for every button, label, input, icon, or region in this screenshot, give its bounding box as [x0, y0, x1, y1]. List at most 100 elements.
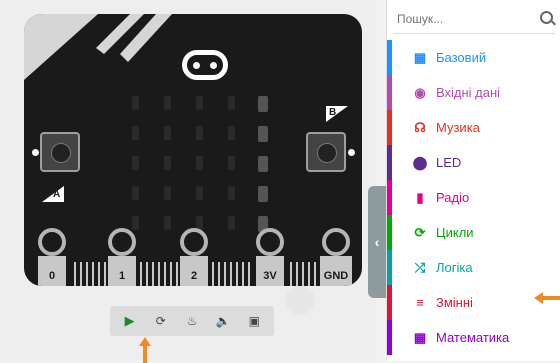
edge-strip	[176, 262, 178, 286]
led-r1c2	[196, 126, 203, 140]
led-r2c1	[164, 156, 171, 170]
pin-hole	[38, 228, 66, 256]
pin-label: 0	[48, 270, 56, 282]
button-a-label: A	[53, 189, 61, 200]
list-icon: ≡	[416, 295, 424, 310]
pin-1[interactable]: 1	[108, 228, 136, 286]
pin-gnd[interactable]: GND	[320, 228, 352, 286]
toggle-icon: ⬤	[412, 154, 428, 170]
edge-connector: 0 1 2 3V GND	[24, 228, 362, 286]
category-color-bar	[387, 215, 392, 250]
toolbox-search	[393, 6, 555, 34]
search-input[interactable]	[393, 6, 531, 32]
led-r2c3	[228, 156, 235, 170]
category-label: Цикли	[436, 225, 474, 240]
button-a-dot	[32, 149, 39, 156]
pin-hole	[108, 228, 136, 256]
edge-strip	[224, 262, 226, 286]
edge-strip	[164, 262, 166, 286]
category-2[interactable]: ☊ Музика	[387, 110, 560, 145]
button-b[interactable]	[306, 132, 346, 172]
category-label: Музика	[436, 120, 480, 135]
debug-icon[interactable]: ♨	[180, 310, 204, 332]
edge-strip	[296, 262, 298, 286]
led-r3c0	[132, 186, 139, 200]
microbit-logo	[182, 50, 228, 80]
edge-strip	[230, 262, 232, 286]
led-r0c2	[196, 96, 203, 110]
play-icon[interactable]: ▶	[118, 310, 142, 332]
arrow-to-variables	[534, 292, 560, 304]
arrow-to-play-icon	[139, 337, 151, 363]
category-label: Вхідні дані	[436, 85, 501, 100]
edge-strip	[314, 262, 316, 286]
edge-strip	[302, 262, 304, 286]
category-0[interactable]: ▦ Базовий	[387, 40, 560, 75]
edge-strip	[80, 262, 82, 286]
led-r2c0	[132, 156, 139, 170]
category-label: Логіка	[436, 260, 473, 275]
category-color-bar	[387, 285, 392, 320]
led-r3c4	[258, 186, 268, 202]
edge-strip	[146, 262, 148, 286]
category-1[interactable]: ◉ Вхідні дані	[387, 75, 560, 110]
edge-strip	[170, 262, 172, 286]
category-8[interactable]: ▦ Математика	[387, 320, 560, 355]
pin-hole	[180, 228, 208, 256]
pin-label: GND	[323, 270, 349, 282]
sound-icon[interactable]: 🔈	[211, 310, 235, 332]
category-4[interactable]: ▮ Радіо	[387, 180, 560, 215]
led-matrix	[130, 96, 280, 232]
led-r0c4	[258, 96, 268, 112]
button-a[interactable]	[40, 132, 80, 172]
button-b-dot	[348, 149, 355, 156]
led-r0c3	[228, 96, 235, 110]
pin-label: 1	[118, 270, 126, 282]
pin-2[interactable]: 2	[180, 228, 208, 286]
category-color-bar	[387, 40, 392, 75]
led-r1c0	[132, 126, 139, 140]
edge-strip	[158, 262, 160, 286]
led-r2c2	[196, 156, 203, 170]
edge-strip	[248, 262, 250, 286]
microbit-board: A B 0 1 2 3V GND	[24, 14, 362, 286]
led-r3c1	[164, 186, 171, 200]
led-r3c3	[228, 186, 235, 200]
collapse-simulator-handle[interactable]: ‹	[368, 186, 386, 298]
edge-strip	[86, 262, 88, 286]
pin-label: 2	[190, 270, 198, 282]
pin-0[interactable]: 0	[38, 228, 66, 286]
category-3[interactable]: ⬤ LED	[387, 145, 560, 180]
loop-icon: ⟳	[414, 224, 426, 240]
led-r3c2	[196, 186, 203, 200]
pin-3v[interactable]: 3V	[256, 228, 284, 286]
restart-icon[interactable]: ⟳	[149, 310, 173, 332]
led-r1c1	[164, 126, 171, 140]
pin-hole	[322, 228, 350, 256]
led-r0c0	[132, 96, 139, 110]
search-icon[interactable]	[540, 11, 553, 24]
category-label: Математика	[436, 330, 510, 345]
category-label: LED	[436, 155, 462, 170]
edge-strip	[92, 262, 94, 286]
led-r1c3	[228, 126, 235, 140]
edge-strip	[236, 262, 238, 286]
category-5[interactable]: ⟳ Цикли	[387, 215, 560, 250]
simulator-toolbar: ▶ ⟳ ♨ 🔈 ▣	[110, 306, 274, 336]
pin-hole	[256, 228, 284, 256]
category-color-bar	[387, 145, 392, 180]
button-b-label: B	[329, 107, 337, 118]
led-r1c4	[258, 126, 268, 142]
simulator-area: A B 0 1 2 3V GND ▶ ⟳ ♨ 🔈 ▣	[0, 0, 376, 363]
edge-strip	[212, 262, 214, 286]
category-color-bar	[387, 75, 392, 110]
fullscreen-icon[interactable]: ▣	[242, 310, 266, 332]
edge-strip	[98, 262, 100, 286]
toolbox: ▦ Базовий ◉ Вхідні дані ☊ Музика ⬤ LED ▮ Радіо ⟳ Ци…	[386, 0, 560, 361]
category-6[interactable]: ⤮ Логіка	[387, 250, 560, 285]
category-color-bar	[387, 110, 392, 145]
category-label: Змінні	[436, 295, 473, 310]
edge-strip	[74, 262, 76, 286]
category-color-bar	[387, 250, 392, 285]
led-r0c1	[164, 96, 171, 110]
